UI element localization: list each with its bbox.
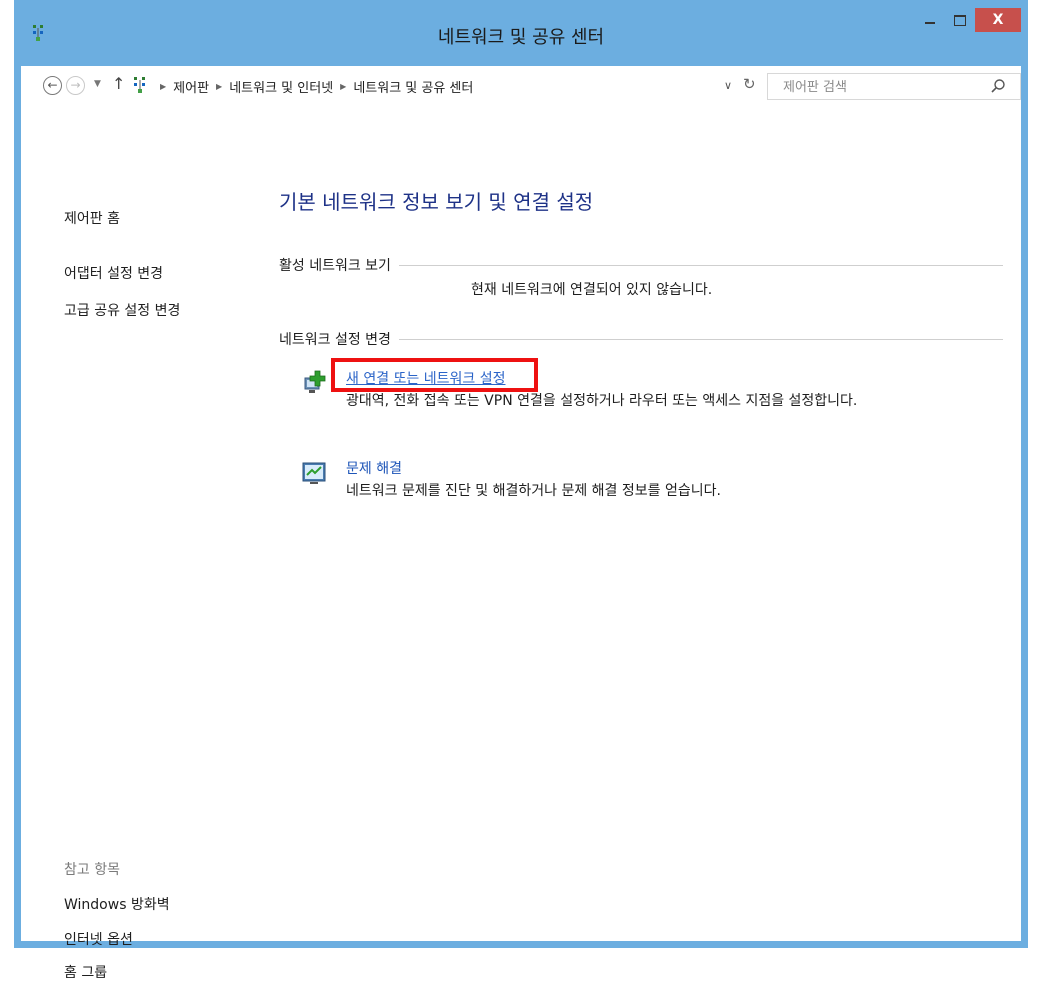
page-title: 기본 네트워크 정보 보기 및 연결 설정 xyxy=(279,190,594,214)
breadcrumb-item-network-sharing-center[interactable]: 네트워크 및 공유 센터 xyxy=(353,77,473,96)
back-button[interactable]: ← xyxy=(43,76,62,95)
change-settings-section: 네트워크 설정 변경 xyxy=(279,329,1003,349)
refresh-icon: ↻ xyxy=(743,75,756,93)
close-button[interactable]: X xyxy=(975,8,1021,32)
breadcrumb-separator-icon[interactable]: ▶ xyxy=(216,82,222,91)
troubleshoot-icon xyxy=(302,462,326,484)
forward-button[interactable]: → xyxy=(66,76,85,95)
new-connection-link[interactable]: 새 연결 또는 네트워크 설정 xyxy=(346,368,505,388)
window-client-area: ← → ▼ ↑ ▶ 제어판 ▶ 네트워크 및 인터넷 ▶ 네트워크 및 공유 센… xyxy=(21,66,1021,981)
breadcrumb[interactable]: ▶ 제어판 ▶ 네트워크 및 인터넷 ▶ 네트워크 및 공유 센터 xyxy=(131,73,719,99)
maximize-icon xyxy=(954,14,966,26)
breadcrumb-separator-icon[interactable]: ▶ xyxy=(340,82,346,91)
sidebar-item-homegroup[interactable]: 홈 그룹 xyxy=(64,962,107,982)
forward-arrow-icon: → xyxy=(70,78,81,92)
breadcrumb-separator-icon[interactable]: ▶ xyxy=(160,82,166,91)
sidebar-item-control-panel-home[interactable]: 제어판 홈 xyxy=(64,208,120,228)
sidebar-item-advanced-sharing-settings[interactable]: 고급 공유 설정 변경 xyxy=(64,300,180,320)
chevron-down-icon: ▼ xyxy=(94,79,101,89)
main-content: 기본 네트워크 정보 보기 및 연결 설정 활성 네트워크 보기 현재 네트워크… xyxy=(261,112,1021,941)
active-networks-section: 활성 네트워크 보기 xyxy=(279,255,1003,275)
sidebar-item-windows-firewall[interactable]: Windows 방화벽 xyxy=(64,894,170,914)
back-arrow-icon: ← xyxy=(47,78,58,92)
address-bar: ← → ▼ ↑ ▶ 제어판 ▶ 네트워크 및 인터넷 ▶ 네트워크 및 공유 센… xyxy=(21,66,1021,112)
up-button[interactable]: ↑ xyxy=(112,74,125,93)
new-connection-icon xyxy=(304,370,326,393)
minimize-button[interactable] xyxy=(915,8,945,32)
title-bar[interactable]: 네트워크 및 공유 센터 X xyxy=(21,0,1021,66)
breadcrumb-item-network-internet[interactable]: 네트워크 및 인터넷 xyxy=(229,77,333,96)
address-dropdown-button[interactable]: ∨ xyxy=(724,79,732,92)
window-controls: X xyxy=(915,8,1021,32)
section-label: 활성 네트워크 보기 xyxy=(279,255,399,275)
sidebar: 제어판 홈 어댑터 설정 변경 고급 공유 설정 변경 참고 항목 Window… xyxy=(21,112,261,981)
minimize-icon xyxy=(925,22,935,24)
section-label: 네트워크 설정 변경 xyxy=(279,329,399,349)
up-arrow-icon: ↑ xyxy=(112,74,126,93)
breadcrumb-item-control-panel[interactable]: 제어판 xyxy=(173,77,209,96)
sidebar-item-change-adapter-settings[interactable]: 어댑터 설정 변경 xyxy=(64,263,163,283)
see-also-header: 참고 항목 xyxy=(64,862,120,878)
recent-locations-button[interactable]: ▼ xyxy=(94,79,101,89)
chevron-down-icon: ∨ xyxy=(724,79,733,92)
control-panel-icon xyxy=(134,77,145,93)
troubleshoot-description: 네트워크 문제를 진단 및 해결하거나 문제 해결 정보를 얻습니다. xyxy=(346,483,721,499)
breadcrumb-items: ▶ 제어판 ▶ 네트워크 및 인터넷 ▶ 네트워크 및 공유 센터 xyxy=(153,77,473,96)
search-icon[interactable] xyxy=(990,78,1006,94)
search-box xyxy=(767,73,1021,101)
window-title: 네트워크 및 공유 센터 xyxy=(437,27,605,48)
no-network-status: 현재 네트워크에 연결되어 있지 않습니다. xyxy=(471,282,713,298)
sidebar-item-internet-options[interactable]: 인터넷 옵션 xyxy=(64,929,133,949)
maximize-button[interactable] xyxy=(945,8,975,32)
new-connection-description: 광대역, 전화 접속 또는 VPN 연결을 설정하거나 라우터 또는 액세스 지… xyxy=(346,393,858,409)
search-input[interactable] xyxy=(768,74,990,101)
troubleshoot-link[interactable]: 문제 해결 xyxy=(346,458,402,478)
refresh-button[interactable]: ↻ xyxy=(743,75,756,93)
window-frame: 네트워크 및 공유 센터 X ← → ▼ ↑ ▶ 제어판 ▶ 네트워크 및 인터… xyxy=(14,0,1028,981)
